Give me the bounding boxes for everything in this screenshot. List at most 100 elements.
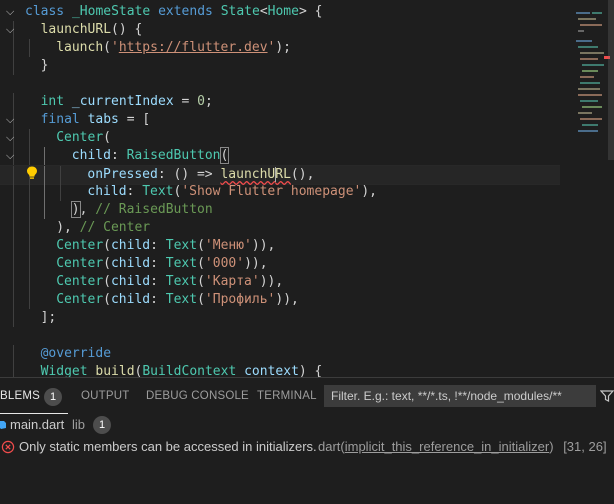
code-token: = [ [126,112,151,127]
code-text: ]; [41,309,57,327]
code-text: child: RaisedButton( [72,147,230,165]
code-text: Center(child: Text('Меню')), [56,237,275,255]
code-line[interactable]: ⌵ launchURL() { [0,21,560,39]
problem-row[interactable]: Only static members can be accessed in i… [0,436,614,458]
code-token: Text [165,292,198,307]
code-token: ( [197,256,205,271]
code-line[interactable]: ⌵ Center( [0,129,560,147]
code-token: ]; [40,310,57,325]
code-text: } [41,57,49,75]
code-token: Text [142,184,174,199]
code-line[interactable]: Center(child: Text('Меню')), [0,237,560,255]
code-token: ) { [298,364,323,377]
code-token: > { [298,4,323,19]
code-line[interactable]: ]; [0,309,560,327]
code-token: ' [110,40,119,55]
code-token: : [150,274,166,289]
panel-tabs: BLEMS 1 OUTPUT DEBUG CONSOLE TERMINAL Fi… [0,378,614,416]
problem-message: Only static members can be accessed in i… [19,439,317,454]
indent-guide [28,147,30,165]
code-token: Home [267,4,299,19]
fold-chevron-icon[interactable]: ⌵ [6,147,14,165]
indent-guide [13,219,14,237]
code-token: Center [56,130,104,145]
indent-guide [13,166,14,184]
fold-chevron-icon[interactable]: ⌵ [6,129,14,147]
code-token: class [25,4,72,19]
code-token: 'Show Flutter homepage' [181,184,362,199]
code-token: : [150,238,166,253]
editor-scrollbar[interactable] [608,0,614,160]
problem-source-line: dart(implicit_this_reference_in_initiali… [318,436,607,458]
lightbulb-icon[interactable] [26,166,38,180]
indent-guide [13,201,14,219]
code-text: ), // Center [56,219,150,237]
fold-chevron-icon[interactable]: ⌵ [6,21,14,39]
code-line[interactable] [0,327,560,345]
code-line[interactable] [0,75,560,93]
code-token: ( [197,238,205,253]
code-token: _HomeState [71,4,159,19]
code-editor[interactable]: ⌵ class _HomeState extends State<Home> {⌵… [0,0,614,377]
code-token: child [87,184,127,199]
code-text: launchURL() { [41,21,143,39]
code-token: launch [56,40,104,55]
code-token: RL [275,167,291,182]
code-token: extends [158,4,221,19]
code-token: // Center [79,220,151,235]
code-token: )), [251,238,276,253]
fold-chevron-icon[interactable]: ⌵ [6,3,14,21]
code-token: 'Карта' [204,274,260,289]
code-token: child [110,292,151,307]
problem-source-end: ) [549,439,554,454]
problem-file-row[interactable]: main.dart lib 1 [0,414,614,436]
problem-code-link[interactable]: implicit_this_reference_in_initializer [345,439,549,454]
indent-guide [28,291,30,309]
code-line[interactable]: ⌵ child: RaisedButton( [0,147,560,165]
indent-guide [28,219,30,237]
code-token: ( [197,292,205,307]
indent-guide [13,255,14,273]
indent-guide [44,166,46,184]
code-line[interactable]: ⌵ final tabs = [ [0,111,560,129]
code-token: ( [103,274,111,289]
code-line[interactable]: onPressed: () => launchURL(), [0,165,560,185]
code-line[interactable]: ), // Center [0,219,560,237]
indent-guide [13,273,14,291]
code-line[interactable]: child: Text('Show Flutter homepage'), [0,183,560,201]
code-token: : [150,292,166,307]
tab-output[interactable]: OUTPUT [81,390,129,402]
code-text: final tabs = [ [41,111,151,129]
fold-chevron-icon[interactable]: ⌵ [6,111,14,129]
code-line[interactable]: @override [0,345,560,363]
code-token: )), [259,274,284,289]
code-token: '000' [204,256,245,271]
code-line[interactable]: Center(child: Text('000')), [0,255,560,273]
code-text: Center(child: Text('Карта')), [56,273,283,291]
indent-guide [44,147,46,165]
problem-position: [31, 26] [563,439,607,454]
code-token: onPressed [87,167,158,182]
code-line[interactable]: Widget build(BuildContext context) { [0,363,560,377]
code-text: int _currentIndex = 0; [41,93,213,111]
filter-icon[interactable] [600,389,614,403]
code-line[interactable]: Center(child: Text('Карта')), [0,273,560,291]
code-line[interactable]: launch('https://flutter.dev'); [0,39,560,57]
code-token: (), [290,167,315,182]
indent-guide [13,363,14,377]
code-line[interactable]: ), // RaisedButton [0,201,560,219]
tab-problems[interactable]: BLEMS [0,390,40,402]
code-text: class _HomeState extends State<Home> { [25,3,322,21]
code-line[interactable]: ⌵ class _HomeState extends State<Home> { [0,3,560,21]
code-line[interactable]: int _currentIndex = 0; [0,93,560,111]
code-token: ( [103,238,111,253]
code-token: ( [103,292,111,307]
code-token: child [110,274,151,289]
code-token: final [40,112,88,127]
code-token: : () => [157,167,221,182]
tab-terminal[interactable]: TERMINAL [257,390,317,402]
filter-input[interactable]: Filter. E.g.: text, **/*.ts, !**/node_mo… [324,385,596,407]
tab-debug-console[interactable]: DEBUG CONSOLE [146,390,249,402]
code-line[interactable]: } [0,57,560,75]
code-line[interactable]: Center(child: Text('Профиль')), [0,291,560,309]
